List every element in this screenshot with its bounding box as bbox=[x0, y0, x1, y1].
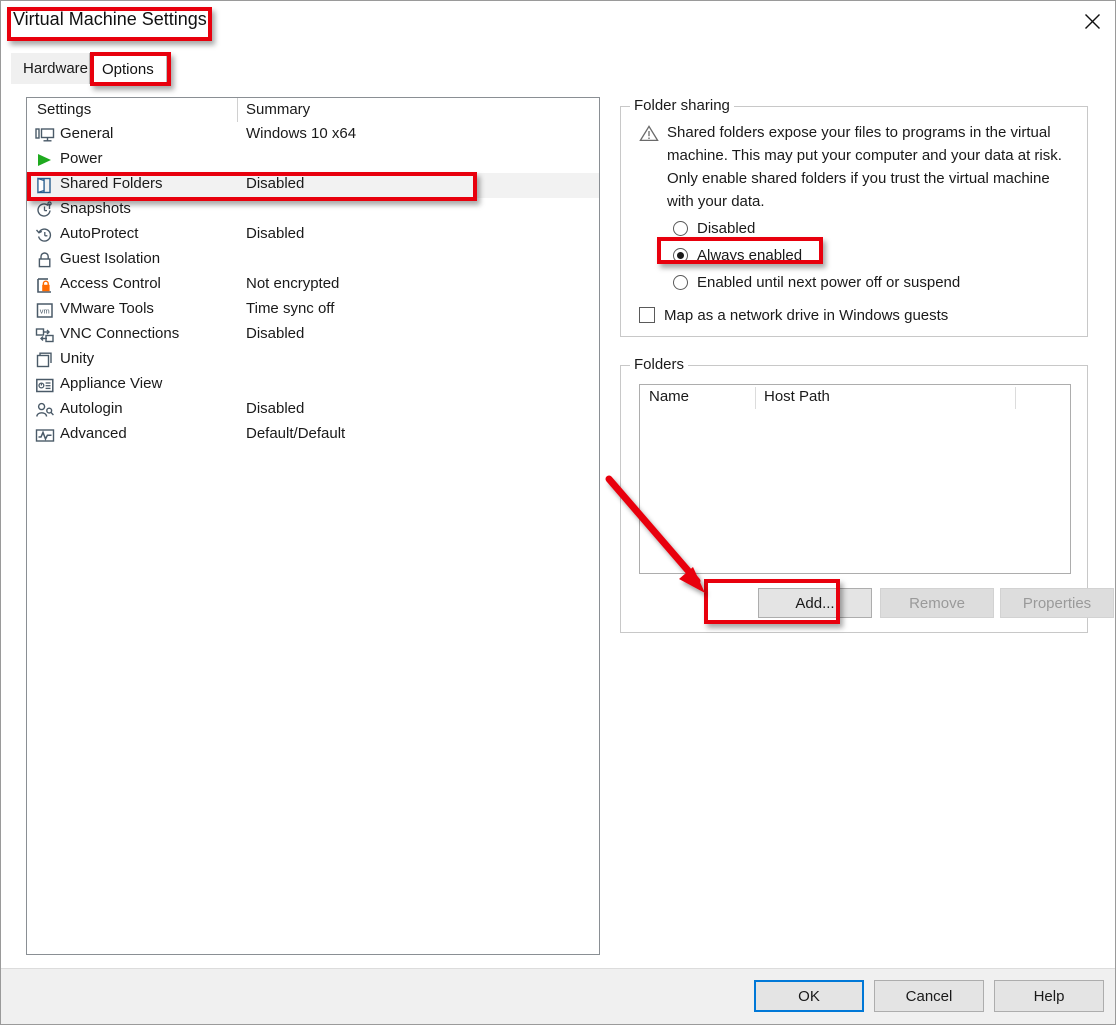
radio-disabled[interactable]: Disabled bbox=[673, 215, 755, 241]
autologin-icon bbox=[35, 401, 55, 420]
folders-legend: Folders bbox=[630, 356, 689, 373]
radio-label: Enabled until next power off or suspend bbox=[697, 273, 961, 291]
column-divider bbox=[755, 387, 756, 409]
radio-indicator bbox=[673, 274, 688, 290]
ok-button[interactable]: OK bbox=[754, 980, 864, 1012]
list-item-general[interactable]: General Windows 10 x64 bbox=[27, 123, 599, 148]
close-icon bbox=[1084, 13, 1100, 29]
list-item-power[interactable]: Power bbox=[27, 148, 599, 173]
warning-triangle-icon bbox=[639, 124, 659, 143]
vmware-tools-icon: vm bbox=[35, 301, 55, 320]
settings-list-header: Settings Summary bbox=[27, 98, 599, 122]
radio-always-enabled[interactable]: Always enabled bbox=[673, 242, 802, 268]
list-item-label: Guest Isolation bbox=[60, 250, 161, 267]
folders-group: Folders Name Host Path Add... Remove Pro… bbox=[620, 356, 1114, 633]
list-item-label: Snapshots bbox=[60, 200, 131, 217]
list-item-label: Unity bbox=[60, 350, 95, 367]
list-item-label: Advanced bbox=[60, 425, 127, 442]
settings-list[interactable]: Settings Summary General Windows 10 x64 bbox=[26, 97, 600, 955]
svg-text:vm: vm bbox=[40, 307, 50, 316]
folder-sharing-group: Folder sharing Shared folders expose you… bbox=[620, 97, 1088, 337]
title-bar: Virtual Machine Settings bbox=[1, 1, 1115, 43]
list-item-access-control[interactable]: Access Control Not encrypted bbox=[27, 273, 599, 298]
column-divider bbox=[1015, 387, 1016, 409]
list-item-summary: Disabled bbox=[246, 400, 305, 417]
tab-hardware[interactable]: Hardware bbox=[11, 53, 101, 84]
checkbox-indicator bbox=[639, 307, 655, 323]
close-button[interactable] bbox=[1069, 1, 1115, 41]
monitor-icon bbox=[35, 126, 55, 145]
list-item-label: Power bbox=[60, 150, 103, 167]
column-header-settings: Settings bbox=[37, 101, 92, 118]
list-item-appliance-view[interactable]: Appliance View bbox=[27, 373, 599, 398]
list-item-label: VNC Connections bbox=[60, 325, 180, 342]
list-item-summary: Disabled bbox=[246, 225, 305, 242]
list-item-guest-isolation[interactable]: Guest Isolation bbox=[27, 248, 599, 273]
list-item-shared-folders[interactable]: Shared Folders Disabled bbox=[27, 173, 599, 198]
vnc-icon bbox=[35, 326, 55, 345]
radio-label: Disabled bbox=[697, 219, 756, 237]
list-item-summary: Disabled bbox=[246, 325, 305, 342]
checkbox-label: Map as a network drive in Windows guests bbox=[664, 306, 949, 324]
list-item-vmware-tools[interactable]: vm VMware Tools Time sync off bbox=[27, 298, 599, 323]
tab-underline bbox=[1, 84, 1115, 85]
list-item-label: Shared Folders bbox=[60, 175, 163, 192]
page-title: Virtual Machine Settings bbox=[13, 9, 207, 29]
list-item-summary: Default/Default bbox=[246, 425, 346, 442]
shared-folder-icon bbox=[35, 176, 55, 195]
advanced-icon bbox=[35, 426, 55, 445]
checkbox-map-network-drive[interactable]: Map as a network drive in Windows guests bbox=[639, 303, 948, 327]
column-header-name: Name bbox=[649, 388, 690, 405]
tab-options[interactable]: Options bbox=[89, 53, 167, 84]
folders-table[interactable]: Name Host Path bbox=[639, 384, 1071, 574]
list-item-snapshots[interactable]: Snapshots bbox=[27, 198, 599, 223]
snapshot-clock-icon bbox=[35, 201, 55, 220]
list-item-summary: Time sync off bbox=[246, 300, 335, 317]
column-header-host-path: Host Path bbox=[764, 388, 830, 405]
dialog-footer: OK Cancel Help bbox=[1, 968, 1115, 1024]
remove-button: Remove bbox=[880, 588, 994, 618]
appliance-icon bbox=[35, 376, 55, 395]
radio-label: Always enabled bbox=[697, 246, 803, 264]
unity-icon bbox=[35, 351, 55, 370]
virtual-machine-settings-dialog: Virtual Machine Settings Hardware Option… bbox=[0, 0, 1116, 1025]
list-item-label: AutoProtect bbox=[60, 225, 139, 242]
tab-bar: Hardware Options bbox=[1, 43, 1115, 85]
column-divider bbox=[237, 98, 238, 122]
autoprotect-icon bbox=[35, 226, 55, 245]
folder-sharing-warning: Shared folders expose your files to prog… bbox=[667, 124, 1062, 210]
access-lock-icon bbox=[35, 276, 55, 295]
column-header-summary: Summary bbox=[246, 101, 311, 118]
radio-indicator bbox=[673, 220, 688, 236]
list-item-advanced[interactable]: Advanced Default/Default bbox=[27, 423, 599, 448]
cancel-button[interactable]: Cancel bbox=[874, 980, 984, 1012]
add-button[interactable]: Add... bbox=[758, 588, 872, 618]
list-item-label: VMware Tools bbox=[60, 300, 154, 317]
lock-icon bbox=[35, 251, 55, 270]
radio-enabled-until-power-off[interactable]: Enabled until next power off or suspend bbox=[673, 269, 960, 295]
list-item-summary: Not encrypted bbox=[246, 275, 340, 292]
list-item-label: General bbox=[60, 125, 114, 142]
list-item-autoprotect[interactable]: AutoProtect Disabled bbox=[27, 223, 599, 248]
radio-indicator bbox=[673, 247, 688, 263]
folders-table-header: Name Host Path bbox=[640, 385, 1070, 409]
play-icon bbox=[35, 151, 55, 170]
help-button[interactable]: Help bbox=[994, 980, 1104, 1012]
list-item-autologin[interactable]: Autologin Disabled bbox=[27, 398, 599, 423]
list-item-summary: Windows 10 x64 bbox=[246, 125, 357, 142]
folder-sharing-legend: Folder sharing bbox=[630, 97, 734, 114]
properties-button: Properties bbox=[1000, 588, 1114, 618]
list-item-label: Access Control bbox=[60, 275, 161, 292]
list-item-vnc-connections[interactable]: VNC Connections Disabled bbox=[27, 323, 599, 348]
list-item-label: Appliance View bbox=[60, 375, 163, 392]
list-item-label: Autologin bbox=[60, 400, 123, 417]
list-item-summary: Disabled bbox=[246, 175, 305, 192]
list-item-unity[interactable]: Unity bbox=[27, 348, 599, 373]
